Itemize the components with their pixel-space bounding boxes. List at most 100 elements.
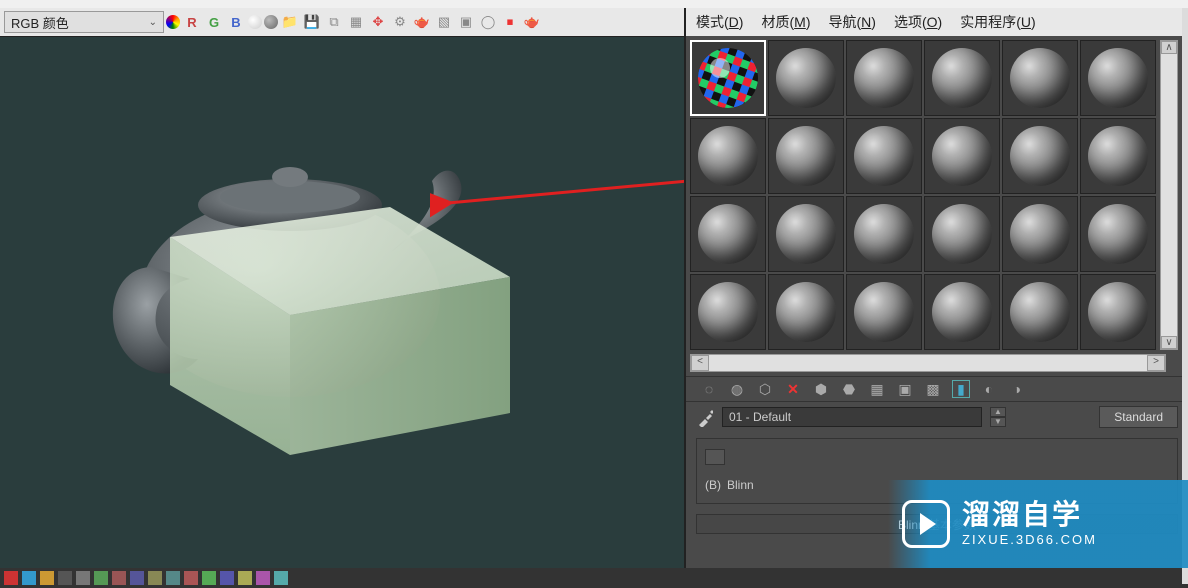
status-icon[interactable] [94,571,108,585]
material-slot[interactable] [924,196,1000,272]
move-icon[interactable]: ✥ [368,12,388,32]
teapot2-icon[interactable]: 🫖 [522,12,542,32]
material-slot[interactable] [690,118,766,194]
status-icon[interactable] [274,571,288,585]
menu-material[interactable]: 材质(M) [761,12,810,32]
material-preview-sphere [698,282,758,342]
status-icon[interactable] [148,571,162,585]
box2-icon[interactable]: ▣ [456,12,476,32]
play-icon [902,500,950,548]
material-type-button[interactable]: Standard [1099,406,1178,428]
slots-horizontal-scrollbar[interactable]: < > [690,354,1166,372]
checker-bg-icon[interactable]: ▩ [924,380,942,398]
put-to-scene-icon[interactable]: ⬡ [756,380,774,398]
options-icon[interactable]: ◐ [980,380,998,398]
status-icon[interactable] [58,571,72,585]
material-preview-sphere [698,126,758,186]
status-icon[interactable] [166,571,180,585]
status-icon[interactable] [220,571,234,585]
status-icon[interactable] [238,571,252,585]
material-slot[interactable] [846,118,922,194]
material-slot[interactable] [846,274,922,350]
viewport-3d[interactable] [0,36,684,568]
delete-icon[interactable]: ✕ [784,380,802,398]
material-slot[interactable] [1080,274,1156,350]
scroll-up-button[interactable]: ∧ [1161,41,1177,54]
material-slot[interactable] [690,196,766,272]
assign-icon[interactable]: ◍ [728,380,746,398]
material-preview-sphere [932,282,992,342]
material-slot[interactable] [1080,196,1156,272]
menu-mode[interactable]: 模式(D) [696,12,743,32]
material-slot[interactable] [1080,40,1156,116]
status-icon[interactable] [22,571,36,585]
status-icon[interactable] [202,571,216,585]
box1-icon[interactable]: ▧ [434,12,454,32]
copy-icon[interactable]: ⧉ [324,12,344,32]
palette-icon[interactable] [166,15,180,29]
more-icon[interactable]: ◑ [1008,380,1026,398]
gear-icon[interactable]: ⚙ [390,12,410,32]
material-toolbar: ◌ ◍ ⬡ ✕ ⬢ ⬣ ▦ ▣ ▩ ▮ ◐ ◑ [686,376,1188,402]
preview-grey-icon[interactable] [264,15,278,29]
shader-btn-placeholder[interactable] [705,449,725,465]
show-end-result-icon[interactable]: ▮ [952,380,970,398]
material-slot[interactable] [924,40,1000,116]
assign-to-selection-icon[interactable]: ◌ [700,380,718,398]
status-icon[interactable] [4,571,18,585]
material-slot[interactable] [1080,118,1156,194]
material-slot[interactable] [1002,40,1078,116]
open-icon[interactable]: 📁 [280,12,300,32]
material-slot[interactable] [924,118,1000,194]
render-icon[interactable]: ◯ [478,12,498,32]
material-slot[interactable] [768,118,844,194]
frame-icon[interactable]: ▦ [346,12,366,32]
material-name-spinner[interactable]: ▲ ▼ [990,407,1006,427]
material-slot[interactable] [1002,274,1078,350]
material-slot[interactable] [1002,196,1078,272]
status-icon[interactable] [112,571,126,585]
material-preview-sphere [1010,282,1070,342]
material-slot[interactable] [768,40,844,116]
material-slot[interactable] [768,274,844,350]
channel-r-button[interactable]: R [182,12,202,32]
teapot-tool-icon[interactable]: 🫖 [412,12,432,32]
scroll-left-button[interactable]: < [691,355,709,371]
material-slot[interactable] [846,196,922,272]
get-material-icon[interactable]: ⬢ [812,380,830,398]
menu-utilities[interactable]: 实用程序(U) [960,12,1035,32]
material-preview-sphere [932,48,992,108]
material-slot[interactable] [924,274,1000,350]
status-bar [0,568,1188,588]
status-icon[interactable] [184,571,198,585]
material-slot[interactable] [1002,118,1078,194]
viewport-top-toolbar: RGB 颜色 ⌄ R G B 📁 💾 ⧉ ▦ ✥ ⚙ 🫖 ▧ ▣ ◯ ⏹ 🫖 [0,8,684,36]
status-icon[interactable] [256,571,270,585]
scroll-down-button[interactable]: ∨ [1161,336,1177,349]
material-slot[interactable] [768,196,844,272]
material-slot[interactable] [690,274,766,350]
channel-g-button[interactable]: G [204,12,224,32]
scroll-right-button[interactable]: > [1147,355,1165,371]
color-mode-dropdown[interactable]: RGB 颜色 ⌄ [4,11,164,33]
menu-options[interactable]: 选项(O) [894,12,942,32]
shader-label-prefix: (B) [705,478,721,492]
slots-vertical-scrollbar[interactable]: ∧ ∨ [1160,40,1178,350]
status-icon[interactable] [130,571,144,585]
material-slot-1[interactable] [690,40,766,116]
stop-icon[interactable]: ⏹ [500,12,520,32]
background-icon[interactable]: ▣ [896,380,914,398]
spinner-down-icon[interactable]: ▼ [990,417,1006,427]
status-icon[interactable] [76,571,90,585]
save-icon[interactable]: 💾 [302,12,322,32]
material-slot[interactable] [846,40,922,116]
material-name-input[interactable] [722,407,982,427]
menu-navigate[interactable]: 导航(N) [828,12,875,32]
show-map-icon[interactable]: ▦ [868,380,886,398]
channel-b-button[interactable]: B [226,12,246,32]
status-icon[interactable] [40,571,54,585]
eyedropper-icon[interactable] [696,405,714,429]
preview-white-icon[interactable] [248,15,262,29]
spinner-up-icon[interactable]: ▲ [990,407,1006,417]
get-2-icon[interactable]: ⬣ [840,380,858,398]
